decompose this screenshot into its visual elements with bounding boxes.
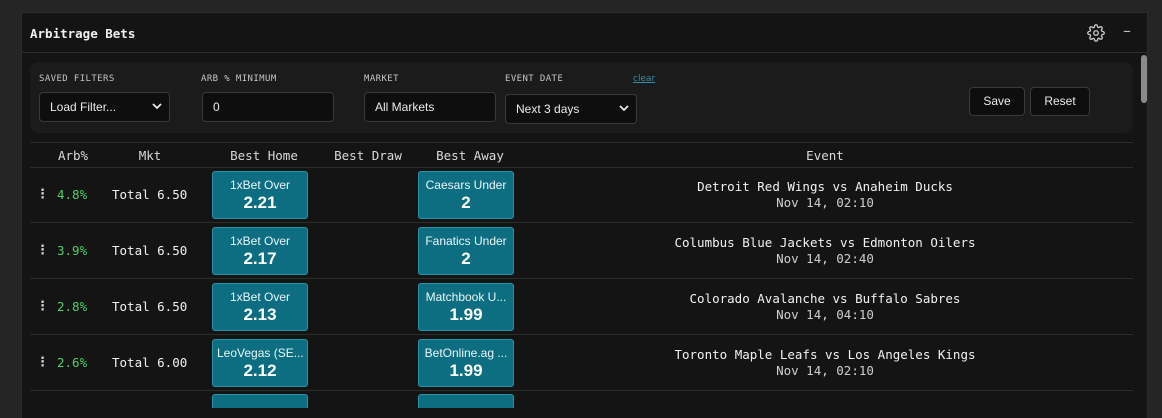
- event-teams: Toronto Maple Leafs vs Los Angeles Kings: [674, 347, 976, 362]
- home-book: LeoVegas (SE...: [217, 346, 304, 360]
- market-cell: Total 6.00: [112, 355, 188, 370]
- event-time: Nov 14, 04:10: [776, 307, 874, 322]
- row-menu-icon[interactable]: ⋮: [36, 243, 49, 259]
- clear-link[interactable]: clear: [633, 74, 655, 84]
- event-date-select[interactable]: Next 3 days: [505, 94, 637, 124]
- away-book: Matchbook U...: [425, 290, 507, 304]
- panel-title: Arbitrage Bets: [30, 26, 136, 41]
- save-button[interactable]: Save: [969, 87, 1025, 116]
- home-price: 2.21: [243, 193, 277, 212]
- best-away-odds-button[interactable]: [418, 394, 514, 408]
- arb-minimum-label: ARB % MINIMUM: [201, 74, 277, 84]
- away-price: 2: [461, 249, 471, 268]
- best-home-odds-button[interactable]: [212, 394, 308, 408]
- event-date-label: EVENT DATE: [505, 74, 564, 84]
- arb-minimum-value: 0: [213, 100, 220, 114]
- header-best-home[interactable]: Best Home: [216, 148, 312, 163]
- event-teams: Columbus Blue Jackets vs Edmonton Oilers: [674, 235, 976, 250]
- arbitrage-bets-panel: Arbitrage Bets – SAVED FILTERS Load Filt…: [21, 12, 1148, 418]
- header-event[interactable]: Event: [750, 148, 900, 163]
- market-value: All Markets: [375, 100, 435, 114]
- home-book: 1xBet Over: [229, 178, 291, 192]
- home-price: 2.13: [243, 305, 277, 324]
- row-menu-icon[interactable]: ⋮: [36, 187, 49, 203]
- market-label: MARKET: [364, 74, 399, 84]
- market-input[interactable]: All Markets: [364, 92, 496, 122]
- header-best-away[interactable]: Best Away: [422, 148, 518, 163]
- arb-percent: 2.8%: [57, 299, 88, 314]
- row-menu-icon[interactable]: ⋮: [36, 355, 49, 371]
- event-teams: Detroit Red Wings vs Anaheim Ducks: [697, 179, 953, 194]
- header-arb[interactable]: Arb%: [56, 148, 90, 163]
- market-cell: Total 6.50: [112, 299, 188, 314]
- scrollbar-thumb[interactable]: [1141, 55, 1147, 103]
- home-price: 2.17: [243, 249, 277, 268]
- event-time: Nov 14, 02:10: [776, 195, 874, 210]
- home-book: 1xBet Over: [229, 234, 291, 248]
- arb-percent: 4.8%: [57, 187, 88, 202]
- home-price: 2.12: [243, 361, 277, 380]
- table-header: Arb% Mkt Best Home Best Draw Best Away E…: [30, 142, 1133, 168]
- event-time: Nov 14, 02:10: [776, 363, 874, 378]
- gear-icon[interactable]: [1087, 24, 1105, 42]
- market-cell: Total 6.50: [112, 243, 188, 258]
- table-row[interactable]: ⋮ 2.6% Total 6.00 LeoVegas (SE... 2.12 B…: [30, 335, 1133, 391]
- filters-bar: SAVED FILTERS Load Filter... ARB % MINIM…: [30, 62, 1133, 133]
- saved-filters-value: Load Filter...: [50, 100, 117, 114]
- table-row[interactable]: ⋮ 3.9% Total 6.50 1xBet Over 2.17 Fanati…: [30, 223, 1133, 279]
- away-price: 1.99: [449, 305, 483, 324]
- best-home-odds-button[interactable]: 1xBet Over 2.17: [212, 227, 308, 275]
- market-cell: Total 6.50: [112, 187, 188, 202]
- table-row[interactable]: ⋮ 4.8% Total 6.50 1xBet Over 2.21 Caesar…: [30, 167, 1133, 223]
- event-time: Nov 14, 02:40: [776, 251, 874, 266]
- arb-percent: 3.9%: [57, 243, 88, 258]
- best-home-odds-button[interactable]: LeoVegas (SE... 2.12: [212, 339, 308, 387]
- best-home-odds-button[interactable]: 1xBet Over 2.21: [212, 171, 308, 219]
- away-price: 1.99: [449, 361, 483, 380]
- arb-percent: 2.6%: [57, 355, 88, 370]
- best-home-odds-button[interactable]: 1xBet Over 2.13: [212, 283, 308, 331]
- saved-filters-select[interactable]: Load Filter...: [39, 92, 170, 122]
- away-book: Fanatics Under: [425, 234, 507, 248]
- arb-minimum-input[interactable]: 0: [202, 92, 334, 122]
- header-mkt[interactable]: Mkt: [130, 148, 170, 163]
- row-menu-icon[interactable]: ⋮: [36, 299, 49, 315]
- reset-button[interactable]: Reset: [1030, 87, 1090, 116]
- chevron-down-icon: [152, 103, 162, 110]
- table-row[interactable]: ⋮ 2.8% Total 6.50 1xBet Over 2.13 Matchb…: [30, 279, 1133, 335]
- away-book: Caesars Under: [425, 178, 507, 192]
- header-best-draw[interactable]: Best Draw: [320, 148, 416, 163]
- event-date-value: Next 3 days: [516, 102, 580, 116]
- chevron-down-icon: [619, 105, 629, 112]
- away-price: 2: [461, 193, 471, 212]
- home-book: 1xBet Over: [229, 290, 291, 304]
- panel-titlebar: Arbitrage Bets –: [22, 13, 1147, 53]
- away-book: BetOnline.ag ...: [424, 346, 508, 360]
- event-teams: Colorado Avalanche vs Buffalo Sabres: [689, 291, 961, 306]
- minimize-icon[interactable]: –: [1120, 21, 1134, 41]
- saved-filters-label: SAVED FILTERS: [39, 74, 115, 84]
